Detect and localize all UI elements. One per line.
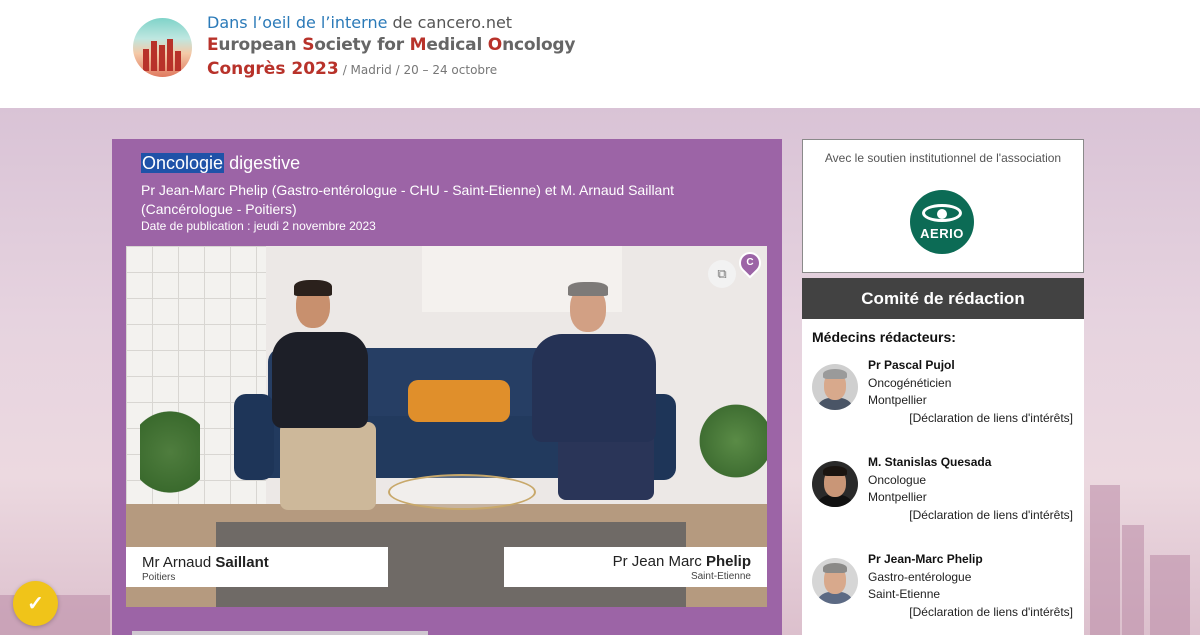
doctor-name: Pr Jean-Marc Phelip	[868, 552, 983, 566]
caption-last-name: Saillant	[215, 554, 269, 571]
doctor-name: Pr Pascal Pujol	[868, 358, 955, 372]
speaker-left-legs	[280, 422, 376, 510]
caption-city: Saint-Etienne	[690, 571, 751, 582]
article-title: Oncologie digestive	[141, 153, 300, 174]
pin-letter: C	[746, 257, 754, 268]
title-rest: digestive	[224, 153, 301, 173]
scene-cushion	[408, 380, 510, 422]
speaker-left-hair	[294, 280, 332, 296]
scene-sofa-arm	[234, 394, 274, 480]
society-letter: M	[409, 35, 427, 55]
site-header: Dans l’oeil de l’interne de cancero.net …	[0, 0, 1200, 108]
site-logo[interactable]	[133, 18, 192, 77]
doctor-card: Pr Jean-Marc Phelip Gastro-entérologue S…	[802, 552, 1084, 632]
committee-subtitle: Médecins rédacteurs:	[812, 329, 956, 345]
society-letter: O	[487, 35, 503, 55]
bookmark-add-icon[interactable]: ⧉	[708, 260, 736, 288]
speaker-right-hair	[568, 282, 608, 296]
doctor-card: M. Stanislas Quesada Oncologue Montpelli…	[802, 455, 1084, 535]
caption-first-name: Pr Jean Marc	[612, 553, 706, 570]
doctor-specialty: Oncogénéticien	[868, 376, 952, 390]
congress-title: Congrès 2023	[207, 59, 339, 79]
editorial-committee: Comité de rédaction Médecins rédacteurs:…	[802, 278, 1084, 635]
caption-name: Pr Jean Marc Phelip	[504, 553, 751, 570]
aerio-logo[interactable]: AERIO	[910, 190, 974, 254]
speaker-right	[532, 334, 656, 442]
scene-coffee-table	[388, 474, 536, 510]
tagline-rest: de cancero.net	[387, 13, 513, 32]
congress-line: Congrès 2023/ Madrid / 20 – 24 octobre	[207, 59, 497, 79]
doctor-name: M. Stanislas Quesada	[868, 455, 992, 469]
article-card: Oncologie digestive Pr Jean-Marc Phelip …	[112, 139, 782, 635]
speaker-caption-right: Pr Jean Marc Phelip Saint-Etienne	[504, 547, 767, 587]
society-word: ncology	[502, 35, 576, 55]
doctor-specialty: Gastro-entérologue	[868, 570, 972, 584]
checkmark-icon[interactable]: ✓	[13, 581, 58, 626]
conflict-declaration-link[interactable]: [Déclaration de liens d'intérêts]	[909, 508, 1073, 522]
caption-last-name: Phelip	[705, 553, 751, 570]
doctor-city: Saint-Etienne	[868, 587, 941, 601]
caption-first-name: Mr Arnaud	[142, 554, 216, 571]
eye-pupil	[937, 209, 947, 219]
society-letter: E	[207, 35, 219, 55]
next-article-preview[interactable]	[132, 631, 428, 635]
society-letter: S	[302, 35, 315, 55]
video-player[interactable]: Mr Arnaud Saillant Poitiers Pr Jean Marc…	[126, 246, 767, 607]
doctor-card: Pr Pascal Pujol Oncogénéticien Montpelli…	[802, 358, 1084, 438]
speaker-left	[272, 332, 368, 428]
title-selected-text: Oncologie	[141, 153, 225, 173]
speaker-caption-left: Mr Arnaud Saillant Poitiers	[126, 547, 388, 587]
avatar	[812, 461, 858, 507]
avatar	[812, 558, 858, 604]
caption-city: Poitiers	[142, 572, 176, 583]
article-authors: Pr Jean-Marc Phelip (Gastro-entérologue …	[141, 182, 675, 217]
society-word: uropean	[218, 35, 303, 55]
society-word: edical	[426, 35, 488, 55]
publication-date: Date de publication : jeudi 2 novembre 2…	[141, 219, 376, 233]
sponsor-box: Avec le soutien institutionnel de l'asso…	[802, 139, 1084, 273]
tagline-highlight: Dans l’oeil de l’interne	[207, 13, 388, 32]
society-name: European Society for Medical Oncology	[207, 35, 575, 55]
sponsor-label: Avec le soutien institutionnel de l'asso…	[824, 151, 1062, 165]
congress-place: / Madrid / 20 – 24 octobre	[342, 63, 498, 77]
doctor-city: Montpellier	[868, 490, 927, 504]
scene-plant-right	[696, 396, 767, 486]
committee-title: Comité de rédaction	[802, 278, 1084, 319]
caption-name: Mr Arnaud Saillant	[142, 554, 388, 571]
scene-plant-left	[140, 392, 200, 512]
society-word: ociety for	[314, 35, 410, 55]
doctor-city: Montpellier	[868, 393, 927, 407]
avatar	[812, 364, 858, 410]
aerio-logo-text: AERIO	[920, 226, 964, 241]
conflict-declaration-link[interactable]: [Déclaration de liens d'intérêts]	[909, 605, 1073, 619]
doctor-specialty: Oncologue	[868, 473, 927, 487]
conflict-declaration-link[interactable]: [Déclaration de liens d'intérêts]	[909, 411, 1073, 425]
site-tagline: Dans l’oeil de l’interne de cancero.net	[207, 13, 512, 32]
